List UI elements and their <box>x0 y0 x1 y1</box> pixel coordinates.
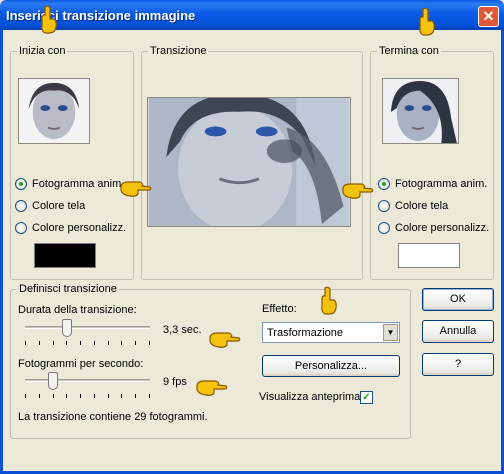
fps-slider-ticks <box>25 394 150 398</box>
effect-label: Effetto: <box>262 303 297 315</box>
start-frame-preview <box>18 78 90 144</box>
close-icon: ✕ <box>482 8 495 24</box>
start-option-label: Colore tela <box>32 200 86 212</box>
duration-slider[interactable] <box>25 319 150 345</box>
duration-label: Durata della transizione: <box>18 304 137 316</box>
pointing-hand-icon <box>321 286 337 315</box>
start-option-label: Colore personalizz. <box>32 222 127 234</box>
fps-slider[interactable] <box>25 372 150 398</box>
duration-slider-ticks <box>25 341 150 345</box>
define-transition-label: Definisci transizione <box>17 283 119 295</box>
transition-preview-image <box>148 98 350 226</box>
end-group-label: Termina con <box>377 45 441 57</box>
close-button[interactable]: ✕ <box>478 6 499 27</box>
customize-button-label: Personalizza... <box>294 360 368 372</box>
end-option-label: Colore tela <box>395 200 449 212</box>
start-group-label: Inizia con <box>17 45 68 57</box>
end-option-label: Fotogramma anim. <box>395 178 488 190</box>
ok-button[interactable]: OK <box>422 288 494 311</box>
transition-preview <box>147 97 351 227</box>
window-title: Inserisci transizione immagine <box>6 8 196 23</box>
end-option-canvas-color[interactable]: Colore tela <box>378 200 448 212</box>
radio-icon <box>378 222 390 234</box>
start-frame-image <box>19 79 89 143</box>
end-frame-preview <box>382 78 459 144</box>
duration-slider-thumb[interactable] <box>62 319 72 337</box>
end-option-custom-color[interactable]: Colore personalizz. <box>378 222 489 234</box>
duration-slider-track <box>25 326 150 329</box>
end-custom-color-swatch[interactable] <box>398 243 460 268</box>
radio-icon <box>15 222 27 234</box>
pointing-hand-icon <box>209 332 241 348</box>
pointing-hand-icon <box>120 181 152 197</box>
start-option-animation-frame[interactable]: Fotogramma anim. <box>15 178 124 190</box>
fps-slider-track <box>25 379 150 382</box>
effect-dropdown[interactable]: Trasformazione ▼ <box>262 322 400 343</box>
start-option-label: Fotogramma anim. <box>32 178 125 190</box>
preview-checkbox[interactable]: ✓ <box>360 391 373 404</box>
frame-count-summary: La transizione contiene 29 fotogrammi. <box>18 411 208 423</box>
end-option-label: Colore personalizz. <box>395 222 490 234</box>
dropdown-arrow-icon[interactable]: ▼ <box>383 324 398 341</box>
radio-icon <box>378 200 390 212</box>
fps-slider-thumb[interactable] <box>48 372 58 390</box>
window-frame-left <box>0 30 3 474</box>
fps-value: 9 fps <box>163 376 187 388</box>
cancel-button[interactable]: Annulla <box>422 320 494 343</box>
end-frame-image <box>383 79 458 143</box>
fps-label: Fotogrammi per secondo: <box>18 358 144 370</box>
pointing-hand-icon <box>196 380 228 396</box>
end-option-animation-frame[interactable]: Fotogramma anim. <box>378 178 487 190</box>
radio-icon <box>15 178 27 190</box>
cancel-button-label: Annulla <box>439 325 477 337</box>
effect-selected-value: Trasformazione <box>267 327 344 339</box>
ok-button-label: OK <box>450 293 466 305</box>
duration-value: 3,3 sec. <box>163 324 202 336</box>
checkbox-icon: ✓ <box>362 392 371 403</box>
start-option-canvas-color[interactable]: Colore tela <box>15 200 85 212</box>
customize-button[interactable]: Personalizza... <box>262 355 400 377</box>
transition-group-label: Transizione <box>148 45 209 57</box>
start-custom-color-swatch[interactable] <box>34 243 96 268</box>
help-button-label: ? <box>454 358 462 370</box>
pointing-hand-icon <box>41 5 57 34</box>
pointing-hand-icon <box>419 7 435 36</box>
preview-label: Visualizza anteprima <box>259 391 361 403</box>
radio-icon <box>15 200 27 212</box>
pointing-hand-icon <box>342 183 374 199</box>
radio-icon <box>378 178 390 190</box>
help-button[interactable]: ? <box>422 353 494 376</box>
start-option-custom-color[interactable]: Colore personalizz. <box>15 222 126 234</box>
